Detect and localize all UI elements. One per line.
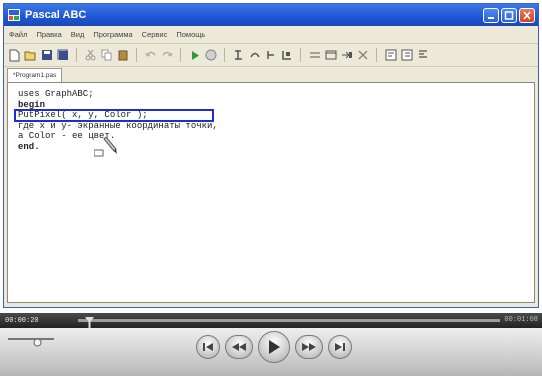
paste-icon[interactable] (116, 49, 129, 62)
toolbar-separator (376, 48, 377, 62)
menu-edit[interactable]: Правка (36, 30, 61, 39)
undo-icon[interactable] (144, 49, 157, 62)
code-editor[interactable]: uses GraphABC; begin PutPixel( x, y, Col… (7, 82, 535, 303)
skip-back-icon (203, 343, 213, 351)
seek-bar[interactable]: 00:00:20 00:01:08 (0, 313, 542, 328)
menu-service[interactable]: Сервис (142, 30, 168, 39)
stop-icon[interactable] (204, 49, 217, 62)
title-bar[interactable]: Pascal ABC (4, 4, 538, 26)
window-title: Pascal ABC (25, 9, 87, 21)
tab-program1[interactable]: *Program1.pas (7, 68, 63, 82)
save-icon[interactable] (40, 49, 53, 62)
run-icon[interactable] (188, 49, 201, 62)
maximize-button[interactable] (501, 7, 517, 23)
close-button[interactable] (519, 7, 535, 23)
open-folder-icon[interactable] (24, 49, 37, 62)
volume-knob-icon[interactable] (33, 334, 42, 347)
highlight-box (14, 109, 214, 122)
tab-strip: *Program1.pas (4, 67, 538, 82)
outdent-icon[interactable] (416, 49, 429, 62)
step-into-icon[interactable] (232, 49, 245, 62)
format-code-icon[interactable] (384, 49, 397, 62)
copy-icon[interactable] (100, 49, 113, 62)
step-over-icon[interactable] (248, 49, 261, 62)
seek-track[interactable] (78, 319, 500, 322)
skip-forward-icon (335, 343, 345, 351)
play-icon (269, 340, 280, 354)
compare-icon[interactable] (340, 49, 353, 62)
current-time: 00:00:20 (5, 316, 39, 325)
play-button[interactable] (258, 331, 290, 363)
pascal-abc-window: Pascal ABC Файл Правка Вид Программа Сер… (3, 3, 539, 308)
pencil-cursor-icon (93, 136, 118, 162)
total-time: 00:01:08 (504, 316, 538, 324)
output-window-icon[interactable] (324, 49, 337, 62)
menu-program[interactable]: Программа (93, 30, 132, 39)
skip-forward-button[interactable] (328, 335, 352, 359)
pascal-app-icon (7, 8, 21, 22)
menu-file[interactable]: Файл (9, 30, 27, 39)
watch-icon[interactable] (308, 49, 321, 62)
seek-handle-icon[interactable] (85, 315, 94, 328)
rewind-icon (232, 343, 246, 351)
menu-help[interactable]: Помощь (176, 30, 205, 39)
toolbar-separator (224, 48, 225, 62)
save-all-icon[interactable] (56, 49, 69, 62)
toolbar-separator (76, 48, 77, 62)
toolbar (4, 44, 538, 67)
menu-view[interactable]: Вид (71, 30, 85, 39)
toolbar-separator (300, 48, 301, 62)
new-file-icon[interactable] (8, 49, 21, 62)
code-line: где x и y- экранные координаты точки, (18, 120, 218, 131)
toolbar-separator (136, 48, 137, 62)
minimize-button[interactable] (483, 7, 499, 23)
code-line: uses GraphABC; (18, 89, 94, 99)
rewind-button[interactable] (225, 335, 253, 359)
toolbar-separator (180, 48, 181, 62)
skip-back-button[interactable] (196, 335, 220, 359)
fast-forward-icon (302, 343, 316, 351)
menu-bar: Файл Правка Вид Программа Сервис Помощь (4, 26, 538, 44)
cut-icon[interactable] (84, 49, 97, 62)
fast-forward-button[interactable] (295, 335, 323, 359)
player-controls (0, 328, 542, 376)
volume-slider[interactable] (8, 338, 54, 340)
media-player: 00:00:20 00:01:08 (0, 313, 542, 376)
breakpoint-icon[interactable] (280, 49, 293, 62)
run-to-cursor-icon[interactable] (264, 49, 277, 62)
close-file-icon[interactable] (356, 49, 369, 62)
redo-icon[interactable] (160, 49, 173, 62)
indent-icon[interactable] (400, 49, 413, 62)
